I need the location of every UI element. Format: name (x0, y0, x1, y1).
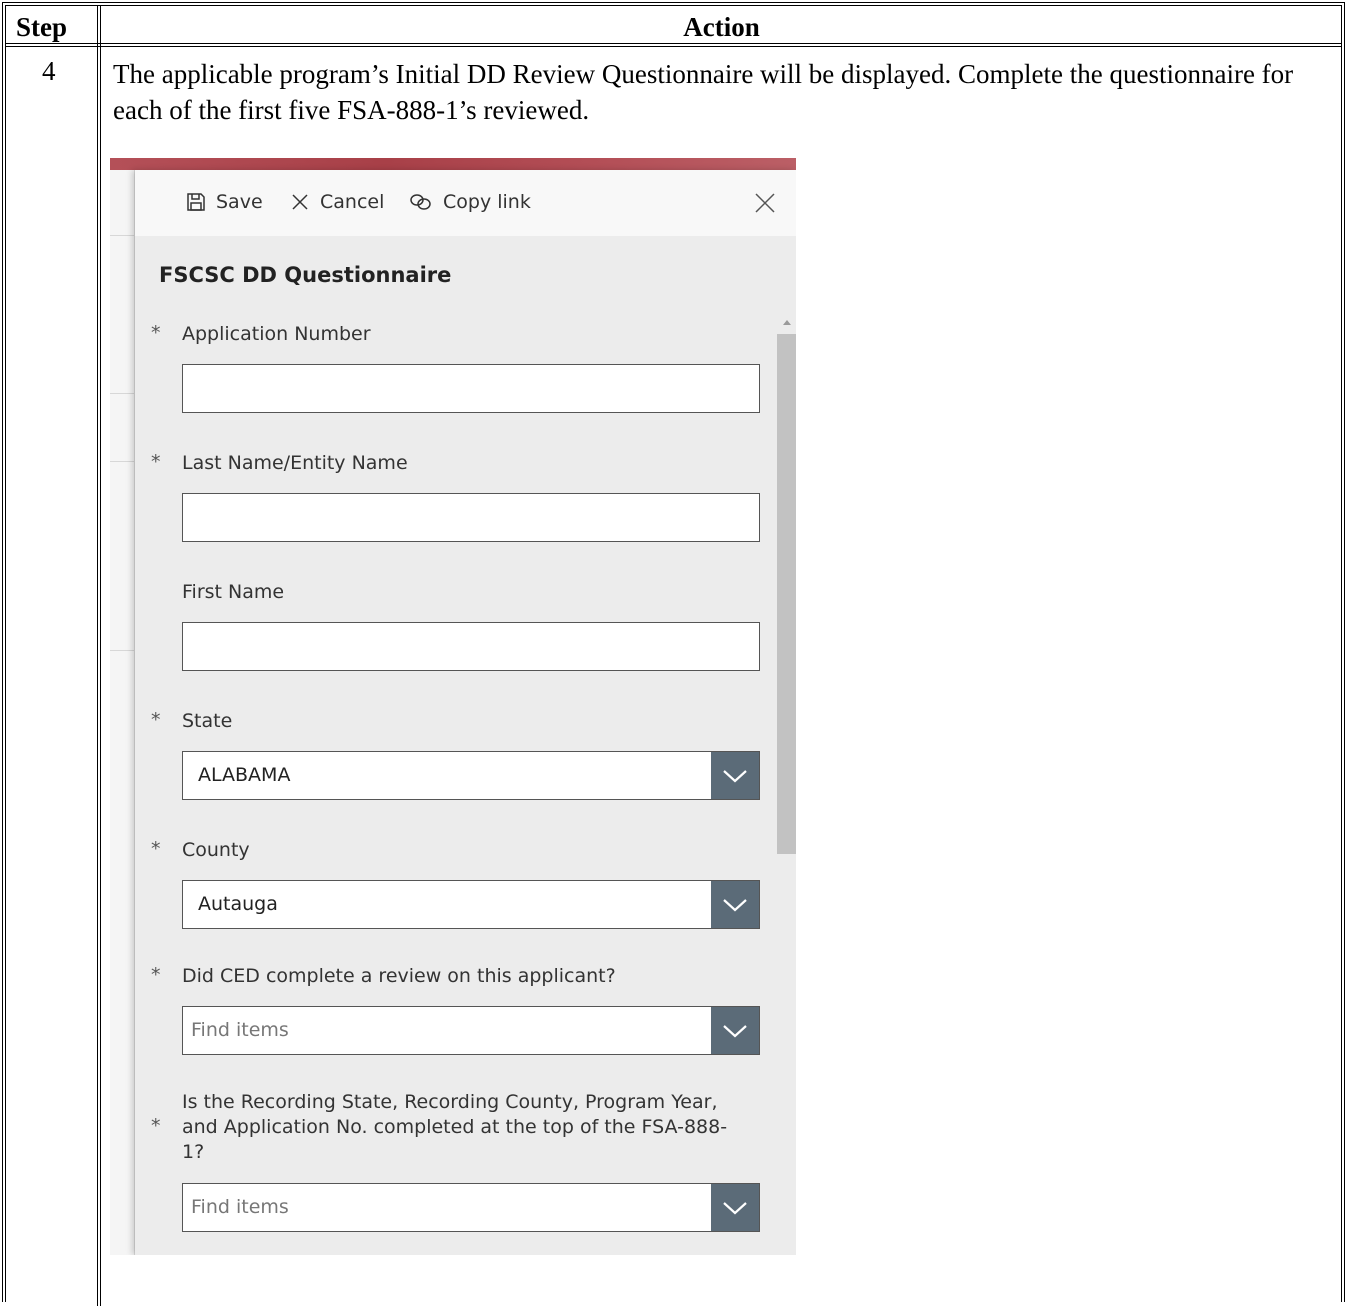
chevron-down-icon[interactable] (711, 752, 759, 799)
required-marker: * (151, 838, 161, 860)
recording-state-label: Is the Recording State, Recording County… (182, 1090, 727, 1165)
command-bar: Save Cancel Copy link (135, 170, 796, 236)
state-label: State (182, 710, 233, 732)
first-name-label: First Name (182, 581, 285, 603)
copy-link-button[interactable]: Copy link (409, 191, 531, 213)
column-divider (97, 6, 101, 1306)
step-number: 4 (42, 56, 56, 86)
cancel-button[interactable]: Cancel (290, 191, 384, 213)
last-name-input[interactable] (182, 493, 760, 542)
link-icon (409, 192, 433, 212)
scroll-up-icon[interactable] (783, 320, 791, 325)
recording-state-label-line: 1? (182, 1141, 205, 1163)
save-button[interactable]: Save (186, 191, 263, 213)
chevron-down-icon[interactable] (711, 1184, 759, 1231)
required-marker: * (151, 709, 161, 731)
recording-state-label-line: Is the Recording State, Recording County… (182, 1091, 718, 1113)
county-dropdown[interactable]: Autauga (182, 880, 760, 929)
close-button[interactable] (754, 192, 776, 219)
save-label: Save (216, 191, 263, 213)
recording-state-placeholder: Find items (191, 1196, 289, 1218)
required-marker: * (151, 451, 161, 473)
state-dropdown[interactable]: ALABAMA (182, 751, 760, 800)
save-icon (186, 192, 206, 212)
application-number-label: Application Number (182, 323, 371, 345)
recording-state-label-line: and Application No. completed at the top… (182, 1116, 728, 1138)
required-marker: * (151, 322, 161, 344)
background-list (110, 170, 135, 1255)
header-action: Action (683, 12, 760, 42)
questionnaire-panel: Save Cancel Copy link FSCSC DD Questionn… (135, 170, 796, 1255)
copy-link-label: Copy link (443, 191, 531, 213)
county-value: Autauga (198, 893, 278, 915)
county-label: County (182, 839, 250, 861)
header-step: Step (16, 12, 68, 42)
scrollbar-thumb[interactable] (777, 334, 796, 854)
last-name-label: Last Name/Entity Name (182, 452, 408, 474)
ced-review-dropdown[interactable]: Find items (182, 1006, 760, 1055)
recording-state-dropdown[interactable]: Find items (182, 1183, 760, 1232)
ced-review-placeholder: Find items (191, 1019, 289, 1041)
form-title: FSCSC DD Questionnaire (159, 263, 452, 287)
state-value: ALABAMA (198, 764, 291, 786)
chevron-down-icon[interactable] (711, 881, 759, 928)
chevron-down-icon[interactable] (711, 1007, 759, 1054)
application-number-input[interactable] (182, 364, 760, 413)
questionnaire-screenshot: Save Cancel Copy link FSCSC DD Questionn… (110, 158, 796, 1255)
required-marker: * (151, 1115, 161, 1137)
cancel-label: Cancel (320, 191, 385, 213)
ced-review-label: Did CED complete a review on this applic… (182, 965, 616, 987)
app-header-bar (110, 158, 796, 170)
step-instruction: The applicable program’s Initial DD Revi… (113, 59, 1294, 125)
cancel-icon (290, 192, 310, 212)
close-icon (754, 193, 776, 219)
first-name-input[interactable] (182, 622, 760, 671)
required-marker: * (151, 964, 161, 986)
